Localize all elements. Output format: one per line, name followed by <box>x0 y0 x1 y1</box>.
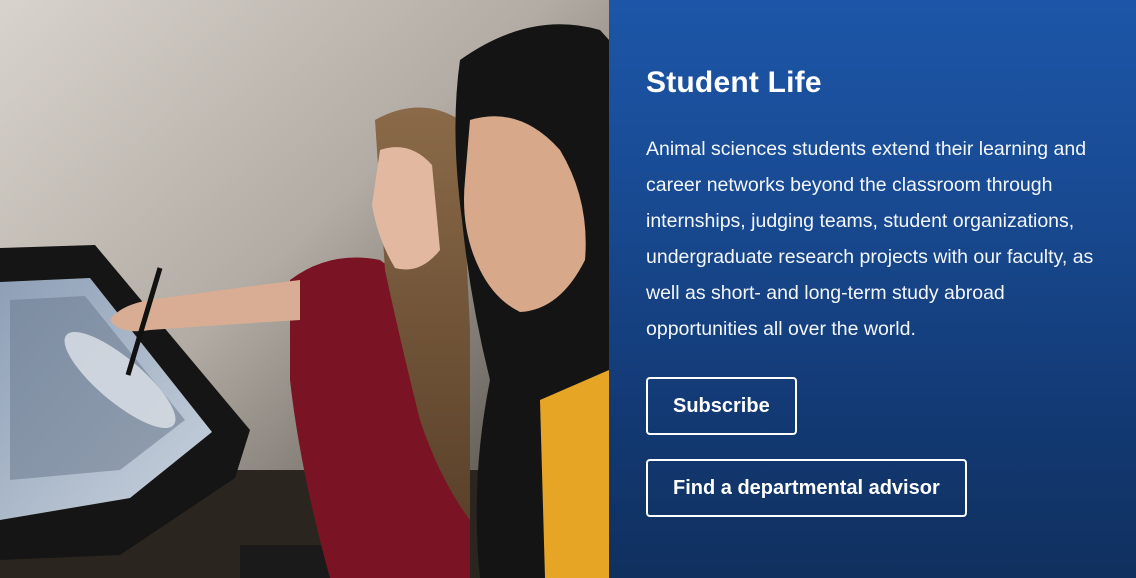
subscribe-button[interactable]: Subscribe <box>646 377 797 435</box>
students-photo-illustration <box>0 0 609 578</box>
students-photo <box>0 0 609 578</box>
find-advisor-button[interactable]: Find a departmental advisor <box>646 459 967 517</box>
section-description: Animal sciences students extend their le… <box>646 138 1094 340</box>
student-life-section: Student Life Animal sciences students ex… <box>0 0 1136 578</box>
section-title: Student Life <box>646 66 822 99</box>
student-life-panel: Student Life Animal sciences students ex… <box>609 0 1136 578</box>
